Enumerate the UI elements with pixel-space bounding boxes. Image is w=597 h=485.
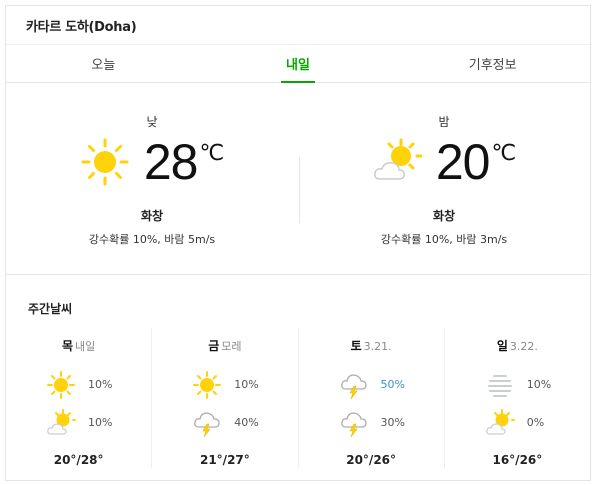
partly-cloudy-icon xyxy=(47,409,76,435)
day-name: 토 xyxy=(350,339,362,353)
tab-today[interactable]: 오늘 xyxy=(6,45,201,82)
temperature-range: 16°/26° xyxy=(492,453,543,467)
day-sub: 내일 xyxy=(75,340,96,353)
thunderstorm-icon xyxy=(340,412,367,438)
weekly-title: 주간날씨 xyxy=(28,302,73,316)
day-temperature-unit: ℃ xyxy=(199,141,225,166)
day-sub: 모레 xyxy=(221,340,242,353)
partly-cloudy-icon xyxy=(485,409,515,435)
sun-icon xyxy=(81,138,129,186)
rain-probability: 10% xyxy=(88,416,113,429)
rain-probability: 50% xyxy=(380,378,405,391)
day-temperature: 28 xyxy=(143,134,199,190)
night-temperature-unit: ℃ xyxy=(491,141,517,166)
week-day: 목 내일 10% 10% 20°/28° xyxy=(6,328,151,468)
sun-icon xyxy=(193,371,222,399)
night-temperature: 20 xyxy=(435,134,491,190)
tomorrow-forecast: 낮 28 ℃ 화창 강수확률 10%, 바람 5m/s 밤 20 ℃ 화창 강수… xyxy=(6,83,590,275)
rain-probability: 30% xyxy=(380,416,405,429)
tab-tomorrow[interactable]: 내일 xyxy=(201,45,396,82)
rain-probability: 40% xyxy=(234,416,259,429)
day-name: 일 xyxy=(496,339,508,353)
tab-climate-info[interactable]: 기후정보 xyxy=(395,45,590,82)
location-title: 카타르 도하(Doha) xyxy=(26,19,137,35)
location-header: 카타르 도하(Doha) xyxy=(6,6,590,45)
sun-icon xyxy=(47,371,75,399)
temperature-range: 20°/26° xyxy=(346,453,397,467)
day-label: 낮 xyxy=(146,115,158,129)
day-name: 목 xyxy=(61,339,74,353)
rain-probability: 10% xyxy=(526,378,552,391)
day-forecast: 낮 28 ℃ 화창 강수확률 10%, 바람 5m/s xyxy=(6,83,298,274)
thunderstorm-icon xyxy=(194,412,220,438)
week-day: 금 모레 10% 40% 21°/27° xyxy=(151,328,297,468)
thunderstorm-icon xyxy=(340,374,367,400)
day-sub: 3.21. xyxy=(363,340,392,353)
night-label: 밤 xyxy=(438,115,450,129)
haze-icon xyxy=(487,375,512,397)
night-condition: 화창 xyxy=(432,209,456,223)
day-detail: 강수확률 10%, 바람 5m/s xyxy=(88,233,216,246)
rain-probability: 0% xyxy=(526,416,545,429)
week-day: 일 3.22. 10% 0% 16°/26° xyxy=(443,328,590,468)
day-name: 금 xyxy=(208,339,220,353)
rain-probability: 10% xyxy=(88,378,113,391)
day-condition: 화창 xyxy=(140,209,164,223)
rain-probability: 10% xyxy=(234,378,259,391)
temperature-range: 20°/28° xyxy=(53,453,104,467)
night-forecast: 밤 20 ℃ 화창 강수확률 10%, 바람 3m/s xyxy=(298,83,590,274)
temperature-range: 21°/27° xyxy=(199,453,250,467)
tab-bar: 오늘 내일 기후정보 xyxy=(6,45,590,83)
day-sub: 3.22. xyxy=(509,340,538,353)
partly-cloudy-icon xyxy=(373,138,422,180)
weather-card: 카타르 도하(Doha) 오늘 내일 기후정보 낮 28 ℃ 화창 강수확률 1… xyxy=(5,5,591,481)
night-detail: 강수확률 10%, 바람 3m/s xyxy=(380,233,508,246)
week-day: 토 3.21. 50% 30% 20°/26° xyxy=(297,328,444,468)
weekly-forecast: 목 내일 10% 10% 20°/28° 금 모레 10% 40% 21°/27… xyxy=(6,328,590,468)
